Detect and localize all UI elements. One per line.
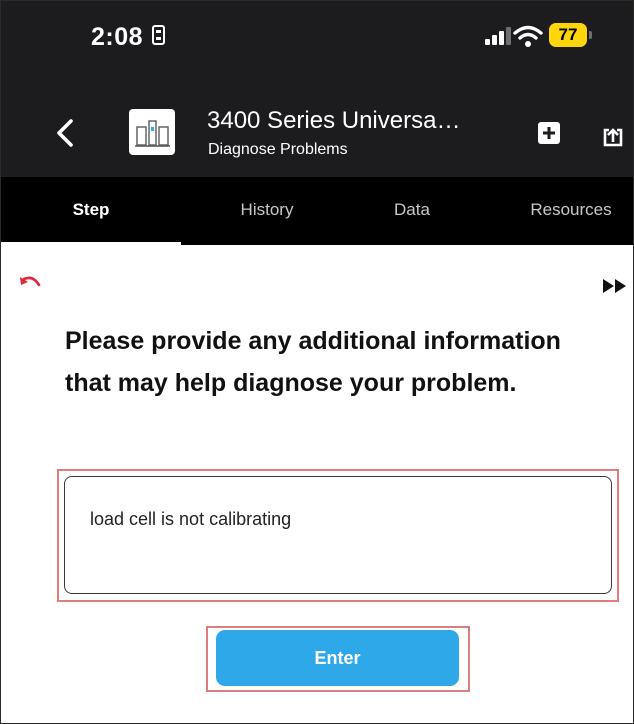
question-prompt: Please provide any additional informatio…: [65, 327, 561, 397]
app-frame: 2:08 77 3400 Series Universa… Diagnose P: [0, 0, 634, 724]
sim-icon: [152, 25, 165, 45]
tab-bar: Step History Data Resources: [1, 177, 633, 245]
fast-forward-icon[interactable]: [601, 279, 629, 293]
status-bar: 2:08 77: [1, 1, 633, 101]
undo-icon[interactable]: [19, 275, 41, 293]
machine-thumbnail-icon: [129, 109, 175, 155]
active-tab-indicator: [1, 242, 181, 245]
add-note-icon[interactable]: [537, 121, 561, 145]
wifi-icon: [513, 25, 543, 47]
page-title: 3400 Series Universa…: [207, 107, 461, 134]
share-icon[interactable]: [601, 125, 625, 149]
battery-icon: 77: [549, 23, 587, 47]
tab-resources[interactable]: Resources: [509, 177, 633, 245]
input-value: load cell is not calibrating: [90, 509, 292, 529]
battery-cap: [589, 31, 592, 39]
additional-info-input[interactable]: load cell is not calibrating: [64, 476, 612, 594]
back-chevron-icon[interactable]: [51, 113, 81, 153]
tab-step[interactable]: Step: [1, 177, 181, 245]
page-subtitle: Diagnose Problems: [208, 141, 348, 158]
signal-icon: [485, 27, 511, 45]
status-time: 2:08: [91, 23, 144, 51]
tab-history[interactable]: History: [197, 177, 337, 245]
tab-data[interactable]: Data: [347, 177, 477, 245]
enter-button[interactable]: Enter: [216, 630, 459, 686]
app-header: 3400 Series Universa… Diagnose Problems: [1, 101, 633, 177]
